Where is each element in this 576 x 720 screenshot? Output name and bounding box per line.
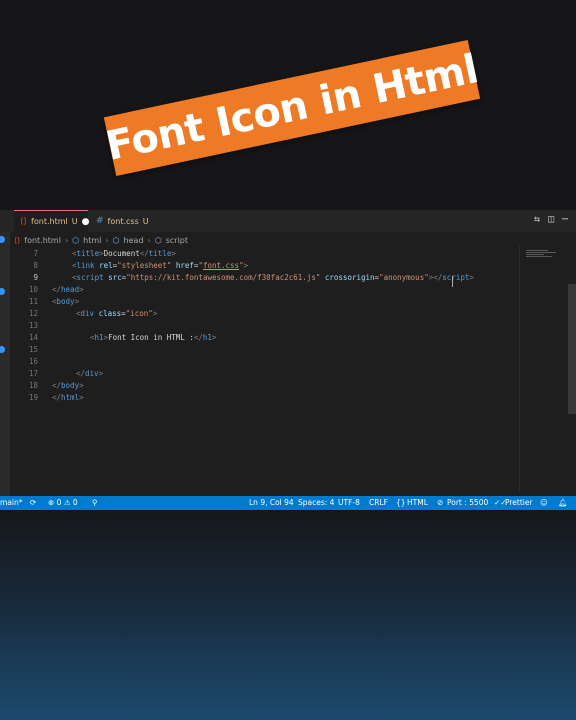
html-file-icon: ⟨⟩: [20, 216, 28, 227]
broadcast-icon: ⊘: [437, 498, 444, 507]
untracked-badge: U: [142, 216, 149, 226]
element-icon: ⬡: [112, 235, 120, 245]
language-mode[interactable]: HTML: [407, 496, 428, 510]
tab-label: font.css: [107, 216, 139, 226]
activity-indicator[interactable]: [0, 236, 5, 243]
tab-font-css[interactable]: # font.css U: [90, 210, 154, 232]
git-branch[interactable]: main*: [0, 496, 23, 510]
breadcrumb: ⟨⟩ font.html › ⬡ html › ⬡ head › ⬡ scrip…: [14, 232, 188, 248]
html-file-icon: ⟨⟩: [14, 235, 21, 245]
line-number: 13: [28, 321, 38, 330]
chevron-right-icon: ›: [105, 235, 109, 245]
code-line: </html>: [52, 393, 84, 402]
code-line: </head>: [52, 285, 84, 294]
line-number: 12: [28, 309, 38, 318]
line-number: 11: [28, 297, 38, 306]
code-line: <title>Document</title>: [72, 249, 176, 258]
chevron-right-icon: ›: [147, 235, 151, 245]
title-banner: Font Icon in Html: [101, 39, 483, 177]
untracked-badge: U: [71, 217, 78, 226]
banner-title: Font Icon in Html: [101, 46, 483, 170]
problems-indicator[interactable]: ⊗ 0 ⚠ 0: [48, 496, 78, 510]
code-line: <div class="icon">: [76, 309, 158, 318]
editor-actions: ⇆ ◫ ⋯: [534, 214, 568, 225]
line-number: 9: [33, 273, 38, 282]
minimap[interactable]: [519, 246, 566, 492]
prettier-formatter[interactable]: Prettier: [505, 496, 533, 510]
line-number: 19: [28, 393, 38, 402]
line-numbers: 7 8 9 10 11 12 13 14 15 16 17 18 19: [14, 248, 38, 404]
line-number: 18: [28, 381, 38, 390]
css-file-icon: #: [96, 216, 104, 226]
line-number: 17: [28, 369, 38, 378]
line-number: 14: [28, 333, 38, 342]
feedback-icon[interactable]: ☺: [540, 496, 548, 510]
status-bar: main* ⟳ ⊗ 0 ⚠ 0 ⚲ Ln 9, Col 94 Spaces: 4…: [0, 496, 576, 510]
code-line: </body>: [52, 381, 84, 390]
breadcrumb-item[interactable]: script: [166, 236, 188, 245]
line-number: 7: [33, 249, 38, 258]
line-number: 10: [28, 285, 38, 294]
code-line: <body>: [52, 297, 80, 306]
code-line: </div>: [76, 369, 104, 378]
more-actions-icon[interactable]: ⋯: [562, 214, 568, 225]
indentation[interactable]: Spaces: 4: [298, 496, 334, 510]
live-share-icon[interactable]: ⚲: [92, 496, 98, 510]
split-editor-icon[interactable]: ◫: [548, 214, 554, 225]
unsaved-dot-icon[interactable]: ●: [82, 217, 90, 227]
chevron-right-icon: ›: [64, 235, 69, 245]
vertical-scrollbar[interactable]: [568, 284, 576, 414]
breadcrumb-item[interactable]: font.html: [24, 236, 61, 245]
element-icon: ⬡: [72, 235, 80, 245]
code-line: <link rel="stylesheet" href="font.css">: [72, 261, 249, 270]
breadcrumb-item[interactable]: html: [83, 236, 101, 245]
code-editor-window: ⟨⟩ font.html U ● # font.css U ⇆ ◫ ⋯ ⟨⟩ f…: [0, 210, 576, 510]
activity-bar: [0, 232, 10, 510]
code-line: <h1>Font Icon in HTML :</h1>: [90, 333, 217, 342]
encoding[interactable]: UTF-8: [338, 496, 360, 510]
code-line-active: <script src="https://kit.fontawesome.com…: [72, 273, 474, 282]
element-icon: ⬡: [154, 235, 162, 245]
compare-changes-icon[interactable]: ⇆: [534, 214, 540, 225]
notifications-icon[interactable]: 🔔︎: [558, 496, 568, 510]
line-number: 15: [28, 345, 38, 354]
code-area[interactable]: <title>Document</title> <link rel="style…: [52, 248, 516, 404]
tab-label: font.html: [31, 217, 68, 226]
live-server-port[interactable]: Port : 5500: [447, 496, 488, 510]
sync-icon[interactable]: ⟳: [30, 496, 36, 510]
line-number: 8: [33, 261, 38, 270]
text-cursor: [452, 276, 453, 287]
tab-bar: ⟨⟩ font.html U ● # font.css U ⇆ ◫ ⋯: [0, 210, 576, 232]
breadcrumb-item[interactable]: head: [124, 236, 144, 245]
line-number: 16: [28, 357, 38, 366]
activity-indicator[interactable]: [0, 346, 5, 353]
braces-icon: {}: [396, 498, 406, 507]
line-ending[interactable]: CRLF: [369, 496, 388, 510]
activity-indicator[interactable]: [0, 288, 5, 295]
cursor-position[interactable]: Ln 9, Col 94: [249, 496, 294, 510]
tab-font-html[interactable]: ⟨⟩ font.html U ●: [14, 210, 90, 232]
